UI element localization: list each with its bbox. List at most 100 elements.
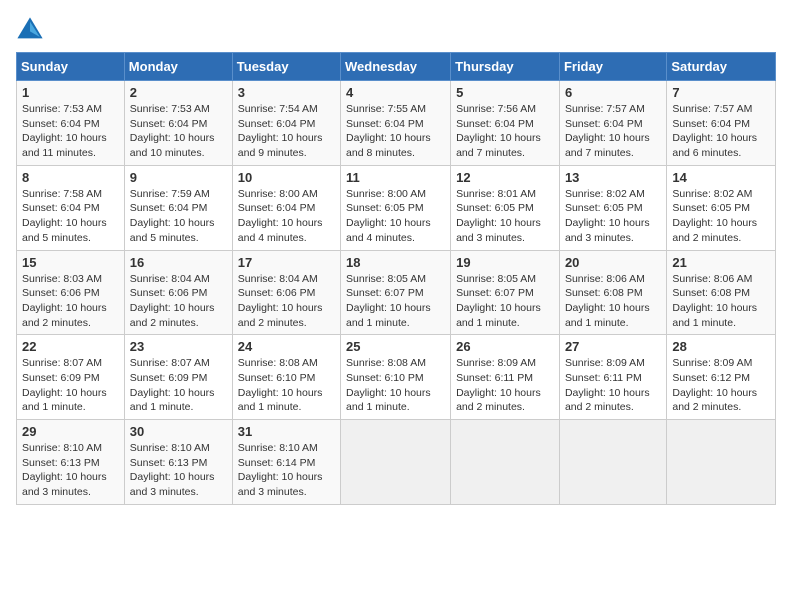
weekday-header-wednesday: Wednesday [341, 53, 451, 81]
day-info: Sunrise: 8:02 AMSunset: 6:05 PMDaylight:… [672, 187, 770, 246]
day-number: 4 [346, 85, 445, 100]
day-number: 18 [346, 255, 445, 270]
day-info: Sunrise: 7:58 AMSunset: 6:04 PMDaylight:… [22, 187, 119, 246]
day-number: 24 [238, 339, 335, 354]
day-number: 1 [22, 85, 119, 100]
calendar-cell: 21 Sunrise: 8:06 AMSunset: 6:08 PMDaylig… [667, 250, 776, 335]
calendar-cell: 2 Sunrise: 7:53 AMSunset: 6:04 PMDayligh… [124, 81, 232, 166]
calendar-body: 1 Sunrise: 7:53 AMSunset: 6:04 PMDayligh… [17, 81, 776, 505]
day-number: 8 [22, 170, 119, 185]
day-number: 9 [130, 170, 227, 185]
weekday-header-row: SundayMondayTuesdayWednesdayThursdayFrid… [17, 53, 776, 81]
calendar-cell: 24 Sunrise: 8:08 AMSunset: 6:10 PMDaylig… [232, 335, 340, 420]
calendar-cell: 3 Sunrise: 7:54 AMSunset: 6:04 PMDayligh… [232, 81, 340, 166]
day-number: 3 [238, 85, 335, 100]
weekday-header-sunday: Sunday [17, 53, 125, 81]
day-info: Sunrise: 8:03 AMSunset: 6:06 PMDaylight:… [22, 272, 119, 331]
calendar-cell: 4 Sunrise: 7:55 AMSunset: 6:04 PMDayligh… [341, 81, 451, 166]
day-number: 16 [130, 255, 227, 270]
calendar-cell: 27 Sunrise: 8:09 AMSunset: 6:11 PMDaylig… [559, 335, 666, 420]
calendar-cell: 1 Sunrise: 7:53 AMSunset: 6:04 PMDayligh… [17, 81, 125, 166]
day-info: Sunrise: 8:07 AMSunset: 6:09 PMDaylight:… [130, 356, 227, 415]
calendar-cell: 17 Sunrise: 8:04 AMSunset: 6:06 PMDaylig… [232, 250, 340, 335]
day-info: Sunrise: 7:53 AMSunset: 6:04 PMDaylight:… [22, 102, 119, 161]
calendar-cell: 12 Sunrise: 8:01 AMSunset: 6:05 PMDaylig… [451, 165, 560, 250]
calendar-cell: 22 Sunrise: 8:07 AMSunset: 6:09 PMDaylig… [17, 335, 125, 420]
day-number: 21 [672, 255, 770, 270]
day-info: Sunrise: 8:10 AMSunset: 6:14 PMDaylight:… [238, 441, 335, 500]
weekday-header-tuesday: Tuesday [232, 53, 340, 81]
calendar-cell: 5 Sunrise: 7:56 AMSunset: 6:04 PMDayligh… [451, 81, 560, 166]
day-info: Sunrise: 7:57 AMSunset: 6:04 PMDaylight:… [565, 102, 661, 161]
calendar-cell: 11 Sunrise: 8:00 AMSunset: 6:05 PMDaylig… [341, 165, 451, 250]
calendar-cell: 26 Sunrise: 8:09 AMSunset: 6:11 PMDaylig… [451, 335, 560, 420]
calendar-cell: 6 Sunrise: 7:57 AMSunset: 6:04 PMDayligh… [559, 81, 666, 166]
day-number: 31 [238, 424, 335, 439]
calendar-week-row: 22 Sunrise: 8:07 AMSunset: 6:09 PMDaylig… [17, 335, 776, 420]
day-info: Sunrise: 8:08 AMSunset: 6:10 PMDaylight:… [346, 356, 445, 415]
calendar-week-row: 29 Sunrise: 8:10 AMSunset: 6:13 PMDaylig… [17, 420, 776, 505]
day-number: 19 [456, 255, 554, 270]
day-info: Sunrise: 8:00 AMSunset: 6:05 PMDaylight:… [346, 187, 445, 246]
day-info: Sunrise: 7:55 AMSunset: 6:04 PMDaylight:… [346, 102, 445, 161]
weekday-header-friday: Friday [559, 53, 666, 81]
day-info: Sunrise: 7:56 AMSunset: 6:04 PMDaylight:… [456, 102, 554, 161]
calendar-cell: 7 Sunrise: 7:57 AMSunset: 6:04 PMDayligh… [667, 81, 776, 166]
calendar-cell: 20 Sunrise: 8:06 AMSunset: 6:08 PMDaylig… [559, 250, 666, 335]
day-info: Sunrise: 8:04 AMSunset: 6:06 PMDaylight:… [238, 272, 335, 331]
calendar-header: SundayMondayTuesdayWednesdayThursdayFrid… [17, 53, 776, 81]
calendar-week-row: 8 Sunrise: 7:58 AMSunset: 6:04 PMDayligh… [17, 165, 776, 250]
day-number: 27 [565, 339, 661, 354]
weekday-header-thursday: Thursday [451, 53, 560, 81]
day-number: 7 [672, 85, 770, 100]
day-number: 2 [130, 85, 227, 100]
calendar-cell: 30 Sunrise: 8:10 AMSunset: 6:13 PMDaylig… [124, 420, 232, 505]
calendar-cell: 28 Sunrise: 8:09 AMSunset: 6:12 PMDaylig… [667, 335, 776, 420]
day-info: Sunrise: 8:00 AMSunset: 6:04 PMDaylight:… [238, 187, 335, 246]
calendar-cell: 23 Sunrise: 8:07 AMSunset: 6:09 PMDaylig… [124, 335, 232, 420]
day-number: 5 [456, 85, 554, 100]
day-number: 30 [130, 424, 227, 439]
calendar-cell [451, 420, 560, 505]
day-info: Sunrise: 8:10 AMSunset: 6:13 PMDaylight:… [130, 441, 227, 500]
calendar-cell: 14 Sunrise: 8:02 AMSunset: 6:05 PMDaylig… [667, 165, 776, 250]
day-info: Sunrise: 8:06 AMSunset: 6:08 PMDaylight:… [565, 272, 661, 331]
page-header [16, 16, 776, 44]
day-number: 26 [456, 339, 554, 354]
day-info: Sunrise: 7:57 AMSunset: 6:04 PMDaylight:… [672, 102, 770, 161]
calendar-cell [667, 420, 776, 505]
day-info: Sunrise: 8:02 AMSunset: 6:05 PMDaylight:… [565, 187, 661, 246]
day-number: 25 [346, 339, 445, 354]
logo [16, 16, 48, 44]
day-info: Sunrise: 7:54 AMSunset: 6:04 PMDaylight:… [238, 102, 335, 161]
day-number: 11 [346, 170, 445, 185]
day-number: 10 [238, 170, 335, 185]
day-number: 14 [672, 170, 770, 185]
calendar-cell: 10 Sunrise: 8:00 AMSunset: 6:04 PMDaylig… [232, 165, 340, 250]
day-info: Sunrise: 8:09 AMSunset: 6:12 PMDaylight:… [672, 356, 770, 415]
calendar-cell: 9 Sunrise: 7:59 AMSunset: 6:04 PMDayligh… [124, 165, 232, 250]
calendar-table: SundayMondayTuesdayWednesdayThursdayFrid… [16, 52, 776, 505]
calendar-week-row: 1 Sunrise: 7:53 AMSunset: 6:04 PMDayligh… [17, 81, 776, 166]
day-number: 15 [22, 255, 119, 270]
weekday-header-monday: Monday [124, 53, 232, 81]
calendar-cell: 19 Sunrise: 8:05 AMSunset: 6:07 PMDaylig… [451, 250, 560, 335]
day-info: Sunrise: 8:05 AMSunset: 6:07 PMDaylight:… [456, 272, 554, 331]
calendar-cell [341, 420, 451, 505]
day-info: Sunrise: 8:07 AMSunset: 6:09 PMDaylight:… [22, 356, 119, 415]
calendar-cell [559, 420, 666, 505]
day-number: 29 [22, 424, 119, 439]
day-info: Sunrise: 8:04 AMSunset: 6:06 PMDaylight:… [130, 272, 227, 331]
calendar-cell: 25 Sunrise: 8:08 AMSunset: 6:10 PMDaylig… [341, 335, 451, 420]
calendar-cell: 8 Sunrise: 7:58 AMSunset: 6:04 PMDayligh… [17, 165, 125, 250]
calendar-week-row: 15 Sunrise: 8:03 AMSunset: 6:06 PMDaylig… [17, 250, 776, 335]
day-number: 28 [672, 339, 770, 354]
calendar-cell: 15 Sunrise: 8:03 AMSunset: 6:06 PMDaylig… [17, 250, 125, 335]
calendar-cell: 29 Sunrise: 8:10 AMSunset: 6:13 PMDaylig… [17, 420, 125, 505]
day-info: Sunrise: 8:09 AMSunset: 6:11 PMDaylight:… [456, 356, 554, 415]
calendar-cell: 18 Sunrise: 8:05 AMSunset: 6:07 PMDaylig… [341, 250, 451, 335]
day-info: Sunrise: 8:06 AMSunset: 6:08 PMDaylight:… [672, 272, 770, 331]
day-number: 17 [238, 255, 335, 270]
day-info: Sunrise: 8:09 AMSunset: 6:11 PMDaylight:… [565, 356, 661, 415]
day-number: 13 [565, 170, 661, 185]
